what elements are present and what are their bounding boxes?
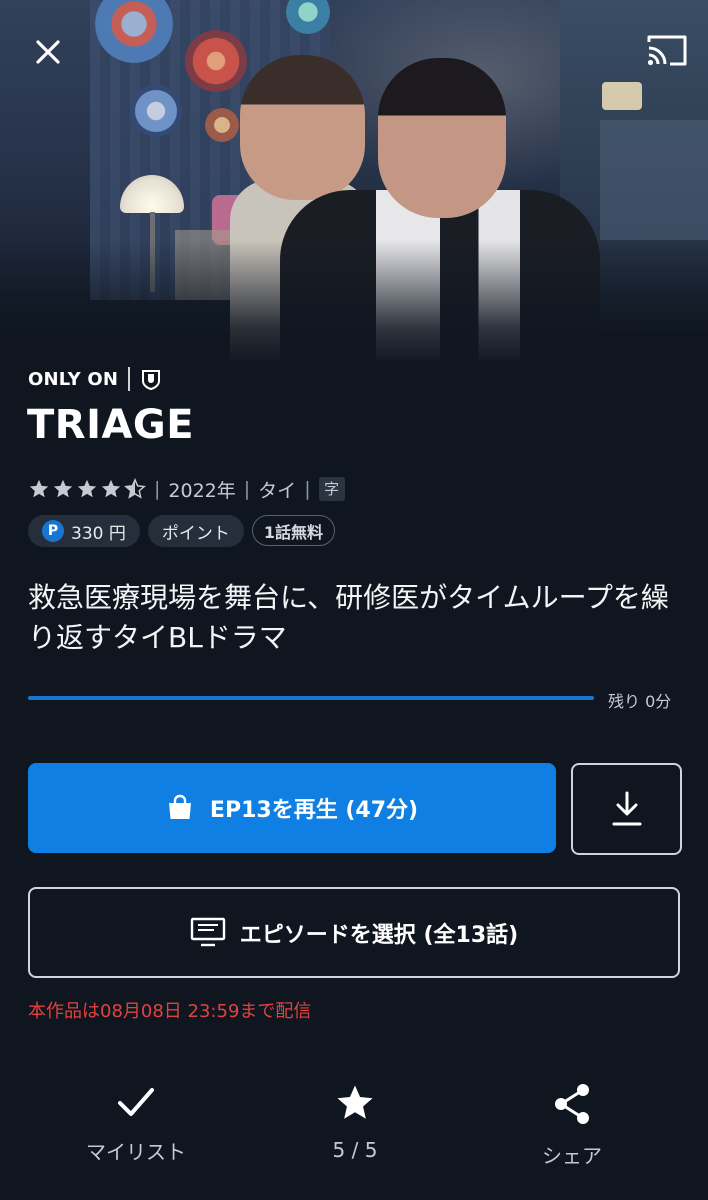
watch-progress-bar bbox=[28, 696, 594, 700]
rating-label: 5 / 5 bbox=[332, 1138, 378, 1162]
check-icon bbox=[118, 1088, 154, 1116]
remaining-time: 残り 0分 bbox=[608, 692, 672, 711]
price-badge: P 330 円 bbox=[28, 515, 140, 547]
close-button[interactable] bbox=[26, 30, 70, 74]
country: タイ bbox=[258, 479, 297, 502]
meta-row: | 2022年 | タイ | 字 bbox=[28, 475, 345, 503]
star-icon bbox=[77, 479, 97, 498]
share-button[interactable]: シェア bbox=[492, 1082, 652, 1169]
description: 救急医療現場を舞台に、研修医がタイムループを繰り返すタイBLドラマ bbox=[28, 581, 669, 654]
select-episode-button[interactable]: エピソードを選択 (全13話) bbox=[28, 887, 680, 978]
play-label: EP13を再生 (47分) bbox=[209, 798, 419, 823]
shield-logo-icon bbox=[142, 370, 161, 390]
page-title: TRIAGE bbox=[27, 402, 195, 448]
shopping-bag-icon bbox=[168, 794, 191, 819]
monitor-icon bbox=[190, 917, 225, 946]
free-episode-label: 1話無料 bbox=[263, 522, 323, 542]
availability-notice: 本作品は08月08日 23:59まで配信 bbox=[28, 1001, 312, 1022]
meta-separator: | bbox=[304, 478, 311, 500]
star-icon bbox=[53, 479, 73, 498]
select-episode-label: エピソードを選択 (全13話) bbox=[239, 922, 519, 948]
free-episode-badge: 1話無料 bbox=[251, 515, 335, 546]
star-half-icon bbox=[124, 478, 146, 499]
hero-image bbox=[0, 0, 708, 360]
rating-button[interactable]: 5 / 5 bbox=[275, 1082, 435, 1162]
download-button[interactable] bbox=[571, 763, 682, 855]
only-on-text: ONLY ON bbox=[28, 368, 119, 390]
mylist-button[interactable]: マイリスト bbox=[56, 1082, 216, 1165]
price-label: 330 円 bbox=[71, 523, 126, 544]
points-label: ポイント bbox=[161, 523, 230, 544]
only-on-label: ONLY ON bbox=[28, 364, 162, 394]
cast-button[interactable] bbox=[642, 28, 692, 72]
subtitle-badge: 字 bbox=[318, 477, 345, 501]
share-label: シェア bbox=[542, 1144, 602, 1168]
release-year: 2022年 bbox=[168, 479, 236, 502]
only-on-divider bbox=[128, 367, 131, 391]
close-icon bbox=[36, 40, 60, 64]
download-icon bbox=[612, 791, 641, 826]
mylist-label: マイリスト bbox=[86, 1140, 186, 1164]
share-icon bbox=[555, 1084, 589, 1124]
star-icon bbox=[29, 479, 49, 498]
cast-icon bbox=[647, 35, 687, 66]
meta-separator: | bbox=[154, 478, 161, 500]
points-badge: ポイント bbox=[147, 515, 244, 547]
meta-separator: | bbox=[243, 478, 251, 500]
point-coin-icon: P bbox=[42, 520, 64, 542]
star-icon bbox=[337, 1085, 373, 1119]
price-badges: P 330 円 ポイント 1話無料 bbox=[28, 515, 335, 547]
play-button[interactable]: EP13を再生 (47分) bbox=[28, 763, 556, 853]
rating-stars bbox=[28, 478, 146, 500]
star-icon bbox=[101, 479, 121, 498]
